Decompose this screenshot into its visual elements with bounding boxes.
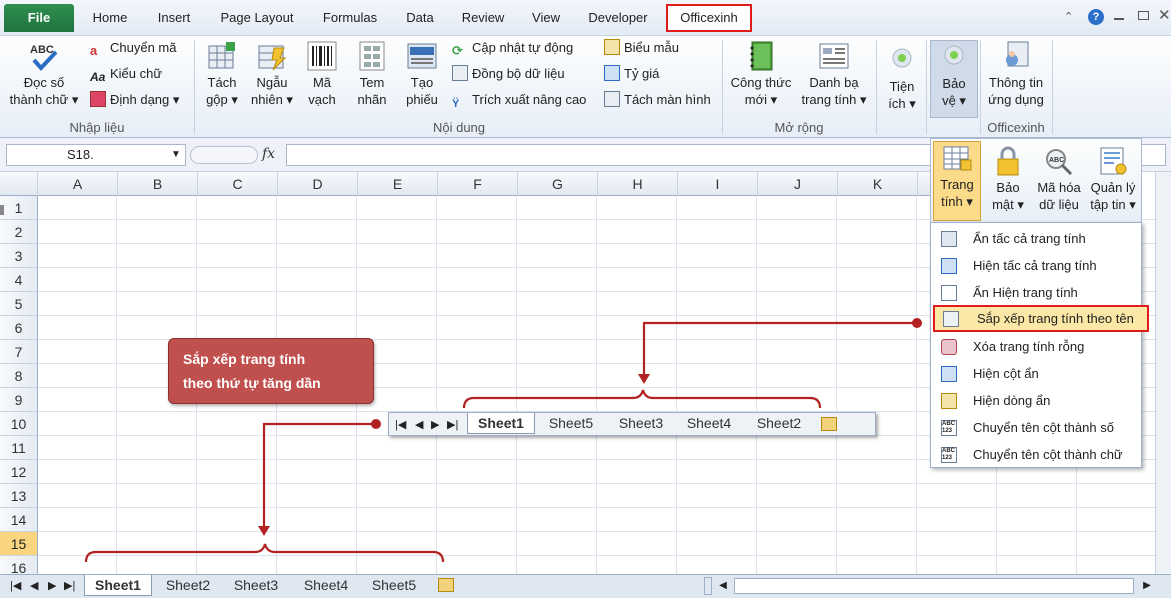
quan-ly-tap-tin-button[interactable]: Quản lý tập tin ▾ xyxy=(1085,145,1141,213)
arrow-origin-dot xyxy=(371,419,381,429)
preview-tab-sheet3: Sheet3 xyxy=(618,415,664,431)
first-sheet-icon: |◀ xyxy=(395,419,407,431)
menu-item-an-tat-ca[interactable]: Ẩn tấc cả trang tính xyxy=(931,225,1141,252)
file-settings-icon xyxy=(1100,147,1127,175)
encrypt-abc-icon: ABC xyxy=(1046,149,1073,176)
sheet-grid-icon xyxy=(943,146,972,171)
bao-mat-button[interactable]: Bảo mật ▾ xyxy=(985,145,1031,213)
preview-tabs-bracket xyxy=(462,389,822,409)
trang-tinh-dropdown-menu: Ẩn tấc cả trang tính Hiện tấc cả trang t… xyxy=(930,222,1149,468)
vertical-scrollbar[interactable] xyxy=(1155,172,1171,574)
show-sheets-icon xyxy=(941,258,957,274)
menu-item-an-hien[interactable]: Ẩn Hiện trang tính xyxy=(931,279,1141,306)
arrow-head xyxy=(638,374,650,384)
toggle-sheet-icon xyxy=(941,285,957,301)
bao-ve-submenu-bar: Trang tính ▾ Bảo mật ▾ ABC Mã hóa dữ liệu Q… xyxy=(930,138,1142,224)
show-column-icon xyxy=(941,366,957,382)
arrow-to-bottom-tabs xyxy=(262,422,376,528)
next-sheet-icon: ▶ xyxy=(431,419,440,431)
menu-item-cot-thanh-chu[interactable]: ABC 123 Chuyển tên cột thành chữ xyxy=(931,441,1141,468)
arrow-to-preview xyxy=(642,321,916,376)
explanation-callout: Sắp xếp trang tính theo thứ tự tăng dần xyxy=(168,338,374,404)
sorted-tabs-preview: |◀ ◀ ▶ ▶| Sheet1 Sheet5 Sheet3 Sheet4 Sh… xyxy=(388,412,876,436)
menu-item-hien-tat-ca[interactable]: Hiện tấc cả trang tính xyxy=(931,252,1141,279)
preview-tab-sheet4: Sheet4 xyxy=(686,415,732,431)
abc-123-icon: ABC 123 xyxy=(941,420,957,436)
menu-item-xoa-trang-tinh-rong[interactable]: Xóa trang tính rỗng xyxy=(931,333,1141,360)
bottom-tabs-bracket xyxy=(84,543,445,563)
preview-tab-sheet2: Sheet2 xyxy=(756,415,802,431)
abc-123-icon: ABC 123 xyxy=(941,447,957,463)
sort-sheets-icon xyxy=(943,311,959,327)
menu-item-cot-thanh-so[interactable]: ABC 123 Chuyển tên cột thành số xyxy=(931,414,1141,441)
show-row-icon xyxy=(941,393,957,409)
ma-hoa-du-lieu-button[interactable]: ABC Mã hóa dữ liệu xyxy=(1031,145,1087,213)
trang-tinh-button[interactable]: Trang tính ▾ xyxy=(933,141,981,221)
menu-item-sap-xep-theo-ten[interactable]: Sắp xếp trang tính theo tên xyxy=(933,305,1149,332)
hide-sheets-icon xyxy=(941,231,957,247)
arrow-origin-dot xyxy=(912,318,922,328)
last-sheet-icon: ▶| xyxy=(447,419,459,431)
menu-item-hien-cot-an[interactable]: Hiện cột ẩn xyxy=(931,360,1141,387)
arrow-head xyxy=(258,526,270,536)
lock-icon xyxy=(997,146,1019,176)
svg-text:ABC: ABC xyxy=(1049,157,1064,164)
menu-item-hien-dong-an[interactable]: Hiện dòng ẩn xyxy=(931,387,1141,414)
eraser-icon xyxy=(941,339,957,355)
preview-tab-sheet1: Sheet1 xyxy=(467,413,535,434)
preview-tab-sheet5: Sheet5 xyxy=(548,415,594,431)
insert-sheet-icon xyxy=(821,417,837,431)
prev-sheet-icon: ◀ xyxy=(415,419,424,431)
